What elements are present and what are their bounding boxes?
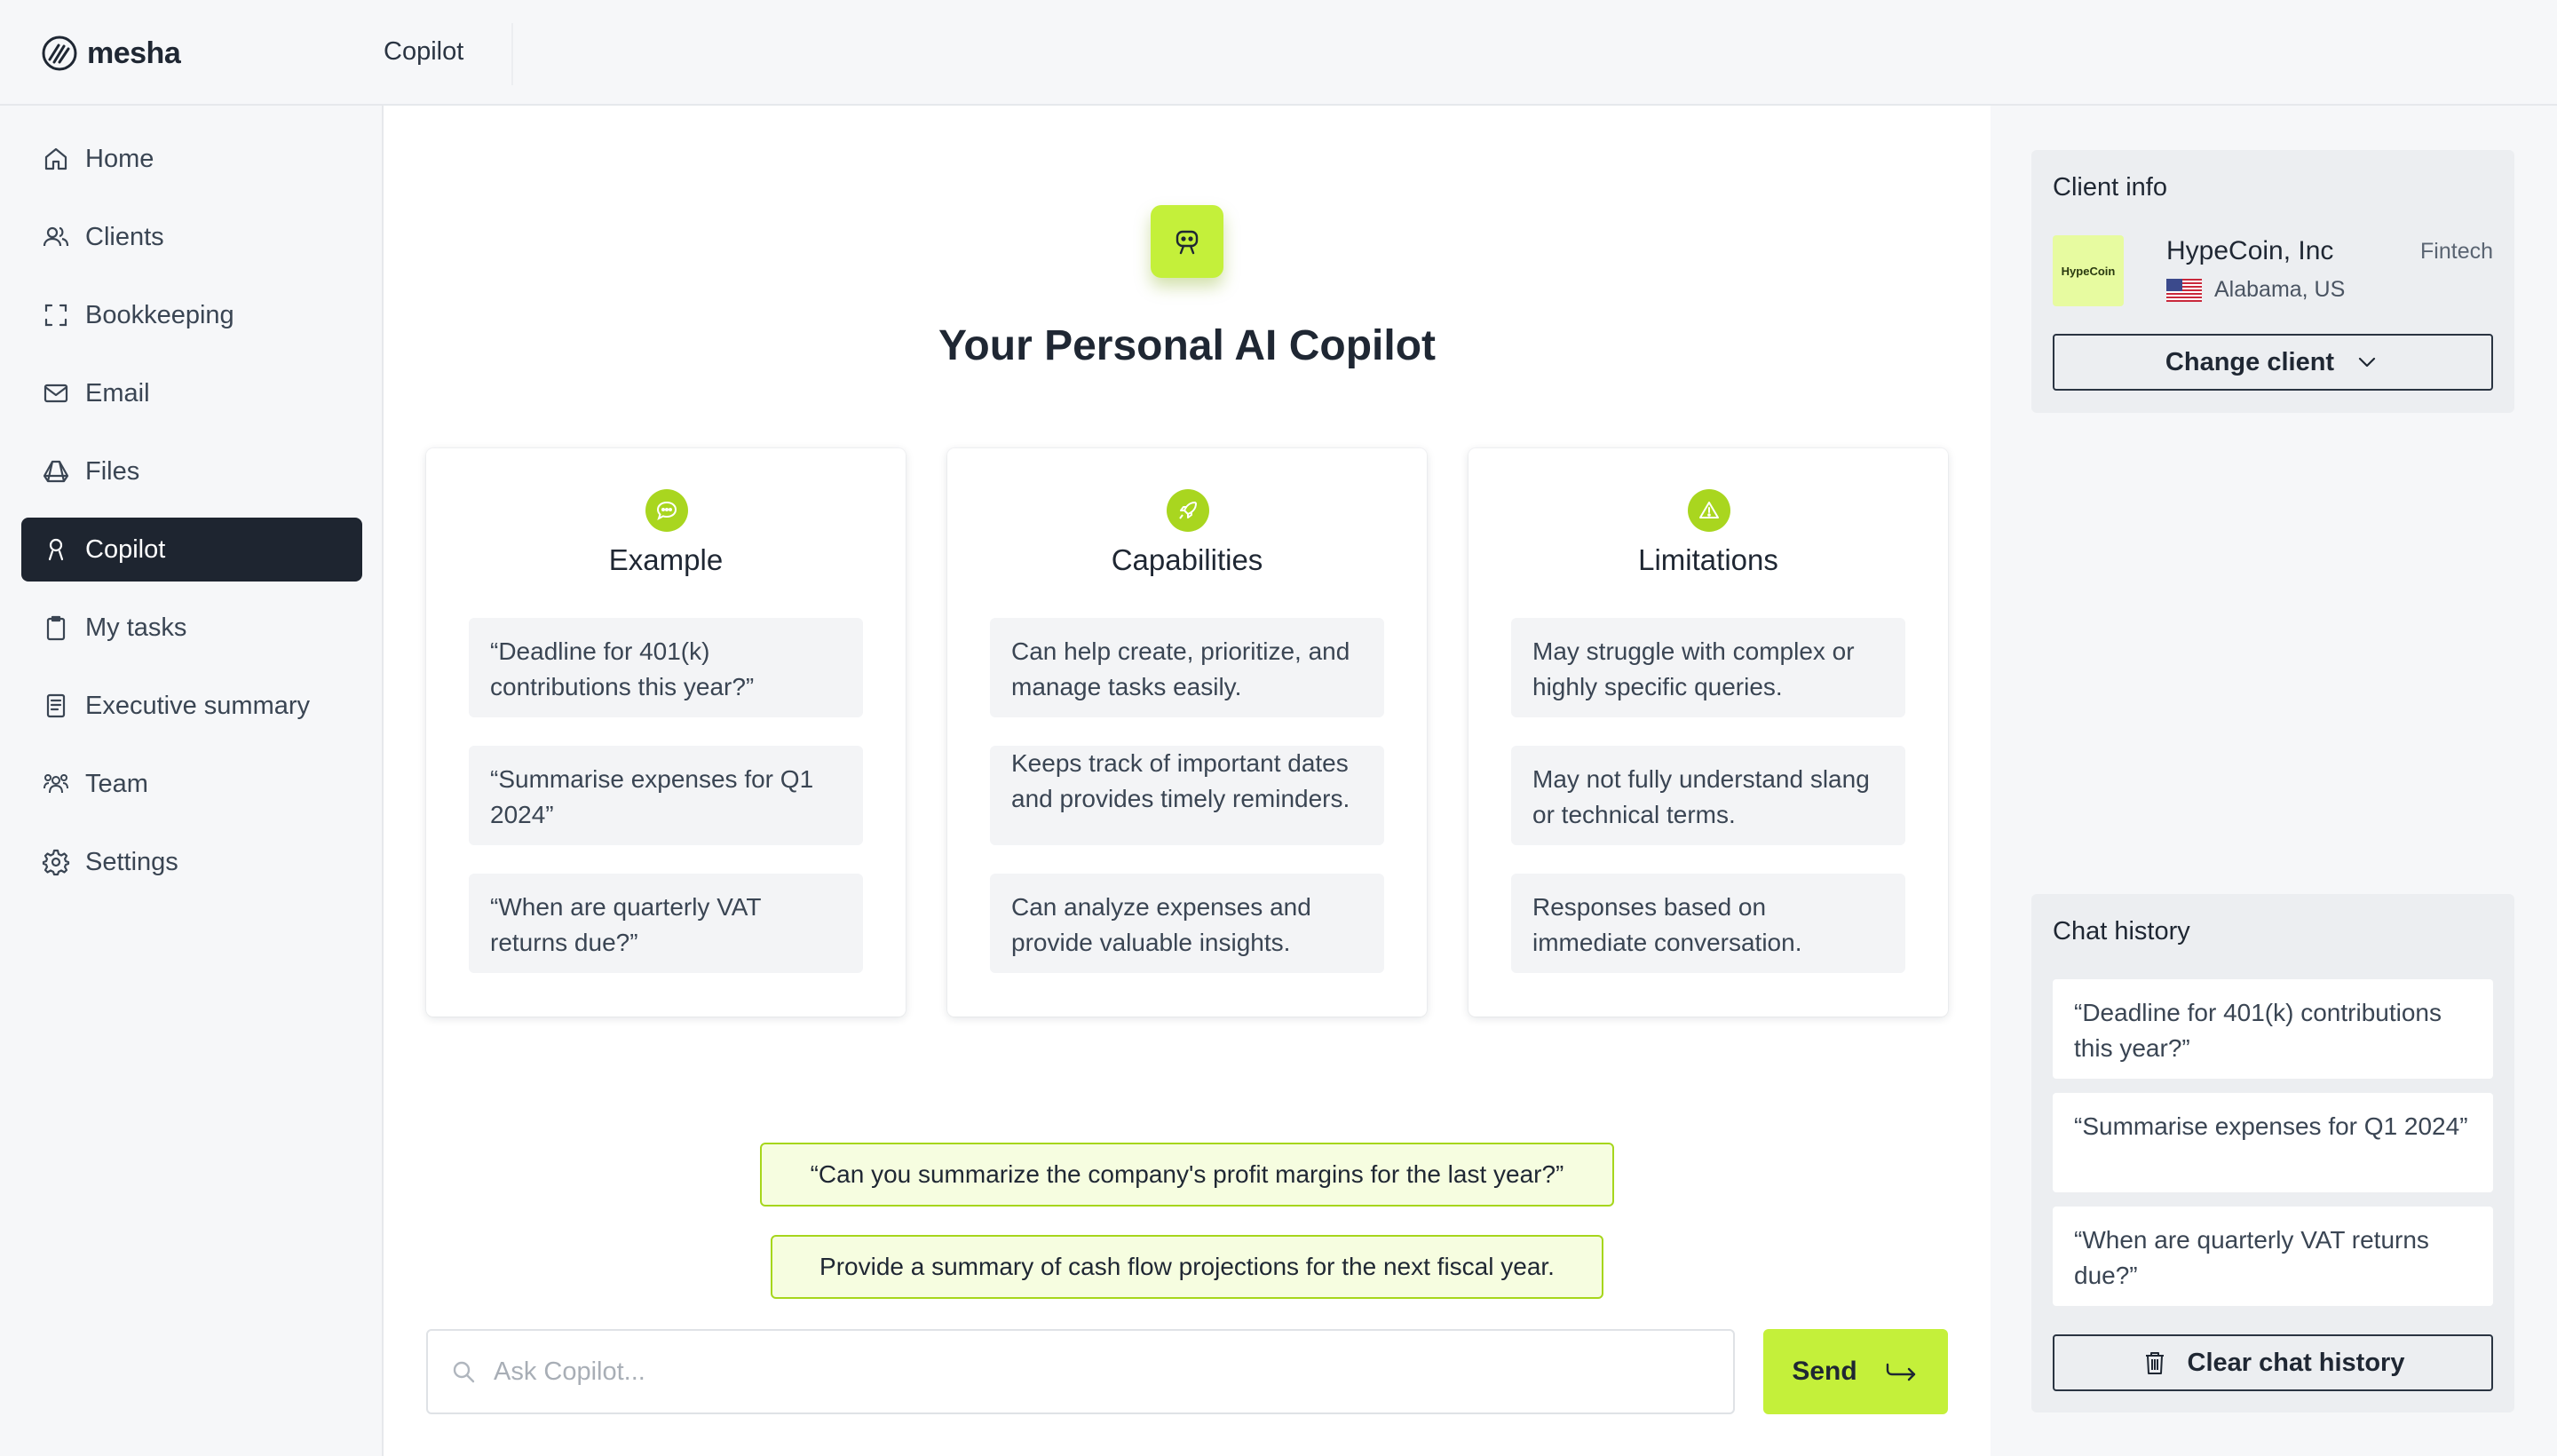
sidebar-item-home[interactable]: Home — [21, 127, 362, 191]
capability-item: Can analyze expenses and provide valuabl… — [990, 874, 1384, 973]
chat-history-item[interactable]: “When are quarterly VAT returns due?” — [2053, 1207, 2493, 1306]
top-bar: mesha Copilot — [0, 0, 2557, 106]
clear-chat-history-button[interactable]: Clear chat history — [2053, 1334, 2493, 1391]
rocket-icon — [1167, 489, 1209, 532]
limitation-item: Responses based on immediate conversatio… — [1511, 874, 1905, 973]
page-title: Copilot — [384, 37, 464, 66]
capabilities-card: Capabilities Can help create, prioritize… — [947, 448, 1427, 1017]
client-category: Fintech — [2420, 239, 2493, 264]
scan-icon — [41, 300, 71, 330]
robot-icon — [1151, 205, 1223, 278]
drive-icon — [41, 456, 71, 487]
sidebar-item-label: Team — [85, 769, 148, 798]
client-info-title: Client info — [2053, 173, 2167, 202]
copilot-icon — [41, 534, 71, 565]
chat-history-title: Chat history — [2053, 917, 2190, 946]
clipboard-icon — [41, 613, 71, 643]
send-button[interactable]: Send — [1763, 1329, 1948, 1414]
trash-icon — [2145, 1352, 2164, 1374]
example-card: Example “Deadline for 401(k) contributio… — [426, 448, 906, 1017]
sidebar-item-label: Executive summary — [85, 691, 311, 720]
limitation-item: May not fully understand slang or techni… — [1511, 746, 1905, 845]
ask-copilot-input[interactable] — [494, 1357, 1719, 1387]
chat-icon — [645, 489, 688, 532]
suggestion-chip[interactable]: Provide a summary of cash flow projectio… — [771, 1235, 1603, 1299]
change-client-button[interactable]: Change client — [2053, 334, 2493, 391]
sidebar-item-settings[interactable]: Settings — [21, 830, 362, 894]
suggestion-chip[interactable]: “Can you summarize the company's profit … — [760, 1143, 1614, 1207]
capability-item: Can help create, prioritize, and manage … — [990, 618, 1384, 717]
example-item[interactable]: “Deadline for 401(k) contributions this … — [469, 618, 863, 717]
clear-chat-history-label: Clear chat history — [2187, 1348, 2405, 1377]
sidebar-item-my-tasks[interactable]: My tasks — [21, 596, 362, 660]
client-location: Alabama, US — [2214, 277, 2346, 302]
limitations-card: Limitations May struggle with complex or… — [1468, 448, 1948, 1017]
send-label: Send — [1792, 1357, 1857, 1386]
gear-icon — [41, 847, 71, 877]
sidebar-item-label: Home — [85, 144, 154, 173]
client-logo: HypeCoin — [2053, 235, 2124, 306]
sidebar-item-label: My tasks — [85, 613, 187, 642]
sidebar-item-label: Bookkeeping — [85, 300, 234, 329]
mail-icon — [41, 378, 71, 408]
mesha-logo-icon — [42, 36, 77, 71]
sidebar-item-label: Files — [85, 456, 140, 486]
card-title: Capabilities — [1111, 543, 1263, 576]
card-title: Example — [608, 543, 724, 576]
document-icon — [41, 691, 71, 721]
header-divider — [511, 23, 513, 85]
send-arrow-icon — [1886, 1363, 1915, 1381]
us-flag-icon — [2166, 279, 2202, 302]
team-icon — [41, 769, 71, 799]
chevron-down-icon — [2358, 357, 2376, 368]
logo-text: mesha — [87, 36, 181, 70]
sidebar-item-copilot[interactable]: Copilot — [21, 518, 362, 582]
users-icon — [41, 222, 71, 252]
sidebar-item-label: Clients — [85, 222, 164, 251]
home-icon — [41, 144, 71, 174]
right-panel: Client info HypeCoin HypeCoin, Inc Finte… — [1991, 106, 2557, 1456]
change-client-label: Change client — [2165, 347, 2335, 376]
sidebar: Home Clients Bookkeeping Email Files Cop… — [0, 106, 384, 1456]
limitation-item: May struggle with complex or highly spec… — [1511, 618, 1905, 717]
sidebar-item-bookkeeping[interactable]: Bookkeeping — [21, 283, 362, 347]
chat-history-item[interactable]: “Deadline for 401(k) contributions this … — [2053, 979, 2493, 1079]
chat-history-panel: Chat history “Deadline for 401(k) contri… — [2031, 894, 2514, 1412]
ask-copilot-field[interactable] — [426, 1329, 1735, 1414]
example-item[interactable]: “When are quarterly VAT returns due?” — [469, 874, 863, 973]
sidebar-item-email[interactable]: Email — [21, 361, 362, 425]
copilot-main: Your Personal AI Copilot Example “Deadli… — [384, 106, 1991, 1456]
capability-item: Keeps track of important dates and provi… — [990, 746, 1384, 845]
client-name: HypeCoin, Inc — [2166, 236, 2334, 265]
sidebar-item-label: Email — [85, 378, 150, 408]
card-title: Limitations — [1638, 543, 1778, 576]
search-icon — [453, 1361, 475, 1383]
chat-history-item[interactable]: “Summarise expenses for Q1 2024” — [2053, 1093, 2493, 1192]
sidebar-item-executive-summary[interactable]: Executive summary — [21, 674, 362, 738]
hero-title: Your Personal AI Copilot — [938, 322, 1437, 369]
sidebar-item-clients[interactable]: Clients — [21, 205, 362, 269]
example-item[interactable]: “Summarise expenses for Q1 2024” — [469, 746, 863, 845]
sidebar-item-label: Settings — [85, 847, 178, 876]
client-info-panel: Client info HypeCoin HypeCoin, Inc Finte… — [2031, 150, 2514, 413]
logo[interactable]: mesha — [41, 34, 181, 73]
sidebar-item-team[interactable]: Team — [21, 752, 362, 816]
sidebar-item-files[interactable]: Files — [21, 439, 362, 503]
warning-icon — [1688, 489, 1730, 532]
sidebar-item-label: Copilot — [85, 534, 166, 564]
